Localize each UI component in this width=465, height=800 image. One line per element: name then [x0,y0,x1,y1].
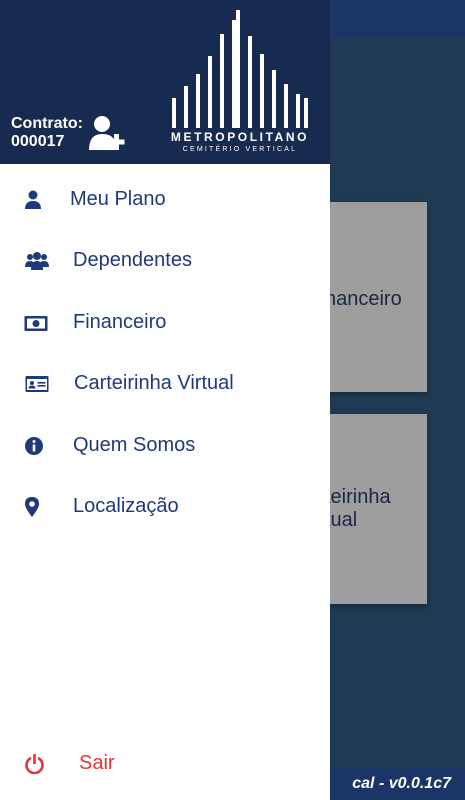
contract-number: 000017 [11,133,65,150]
drawer-header: Contrato: 000017 METROPOLITANO CEMITÉRIO… [0,0,330,164]
user-icon [25,190,41,209]
logo-name: METROPOLITANO [170,130,310,144]
menu-label: Localização [73,495,179,517]
info-icon [25,437,43,455]
menu-item-financeiro[interactable]: Financeiro [0,297,330,349]
menu-label: Quem Somos [73,434,196,456]
navigation-drawer: Contrato: 000017 METROPOLITANO CEMITÉRIO… [0,0,330,800]
menu-label: Carteirinha Virtual [74,372,234,394]
logout-button[interactable]: Sair [0,738,330,790]
menu-label: Meu Plano [70,188,166,210]
add-user-icon[interactable] [88,114,128,152]
menu-item-dependentes[interactable]: Dependentes [0,235,330,287]
card-label: nanceiro [325,288,402,310]
metropolitano-logo: METROPOLITANO CEMITÉRIO VERTICAL [160,6,320,158]
menu-item-carteirinha-virtual[interactable]: Carteirinha Virtual [0,358,330,410]
logout-label: Sair [79,752,115,774]
logo-subtitle: CEMITÉRIO VERTICAL [182,146,298,153]
menu-label: Dependentes [73,249,192,271]
id-card-icon [25,376,49,392]
menu-label: Financeiro [73,311,167,333]
menu-item-meu-plano[interactable]: Meu Plano [0,174,330,226]
menu-item-quem-somos[interactable]: Quem Somos [0,420,330,472]
card-label-line1: teirinha [325,486,391,508]
money-icon [24,316,48,331]
contract-label: Contrato: [11,115,83,132]
users-icon [25,252,49,270]
contract-info: Contrato: 000017 [11,115,83,151]
logo-bars-icon [172,10,308,128]
map-pin-icon [25,497,39,517]
version-text: cal - v0.0.1c7 [352,775,451,792]
menu-item-localizacao[interactable]: Localização [0,481,330,533]
power-icon [25,754,44,774]
